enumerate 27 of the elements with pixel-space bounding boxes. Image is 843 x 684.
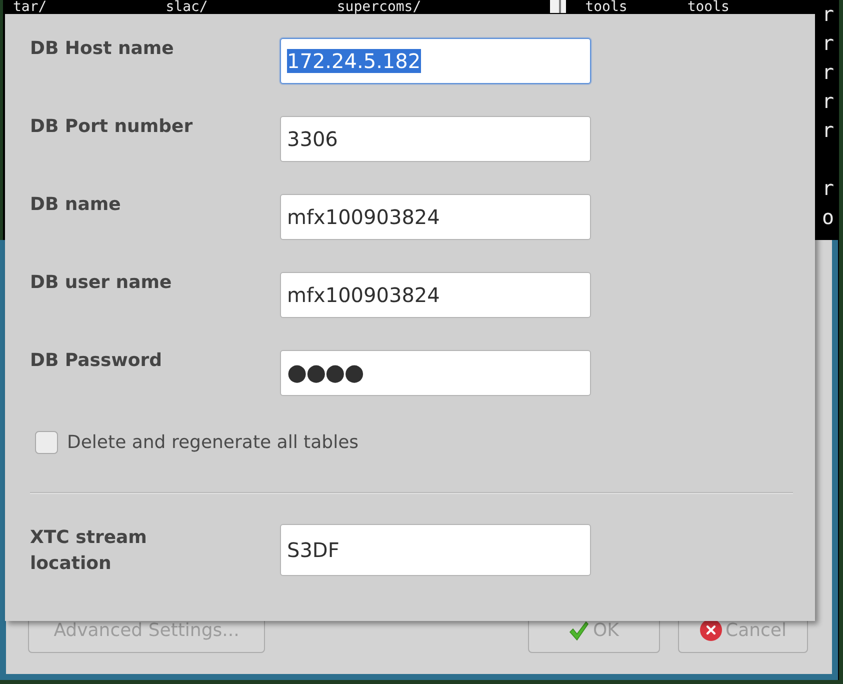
terminal-text: r	[822, 1, 834, 28]
field-label: DB name	[30, 194, 122, 216]
terminal-text: r	[822, 30, 834, 57]
input-field[interactable]: mfx100903824	[280, 194, 591, 240]
terminal-text: r	[822, 175, 834, 202]
terminal-text: slac/	[166, 0, 208, 14]
input-field[interactable]: 172.24.5.182	[280, 38, 591, 84]
checkbox-label[interactable]: Delete and regenerate all tables	[67, 432, 359, 454]
terminal-text: r	[822, 117, 834, 144]
input-field[interactable]: mfx100903824	[280, 272, 591, 318]
password-field[interactable]: ●●●●	[280, 350, 591, 396]
terminal-text: tools	[687, 0, 730, 14]
terminal-text: o	[822, 204, 834, 231]
terminal-text: supercoms/	[336, 0, 422, 14]
field-label: DB Port number	[30, 116, 194, 138]
field-label: DB Host name	[30, 38, 175, 60]
terminal-text: r	[822, 59, 834, 86]
terminal-text: tools	[585, 0, 628, 14]
field-label: DB user name	[30, 272, 173, 294]
input-field[interactable]: S3DF	[280, 524, 591, 576]
terminal-text: r	[822, 88, 834, 115]
terminal-text: tar/	[13, 0, 47, 14]
input-field[interactable]: 3306	[280, 116, 591, 162]
field-label: XTC stream location	[30, 526, 148, 576]
checkbox[interactable]	[35, 431, 58, 454]
cursor-icon	[550, 0, 566, 13]
field-label: DB Password	[30, 350, 163, 372]
